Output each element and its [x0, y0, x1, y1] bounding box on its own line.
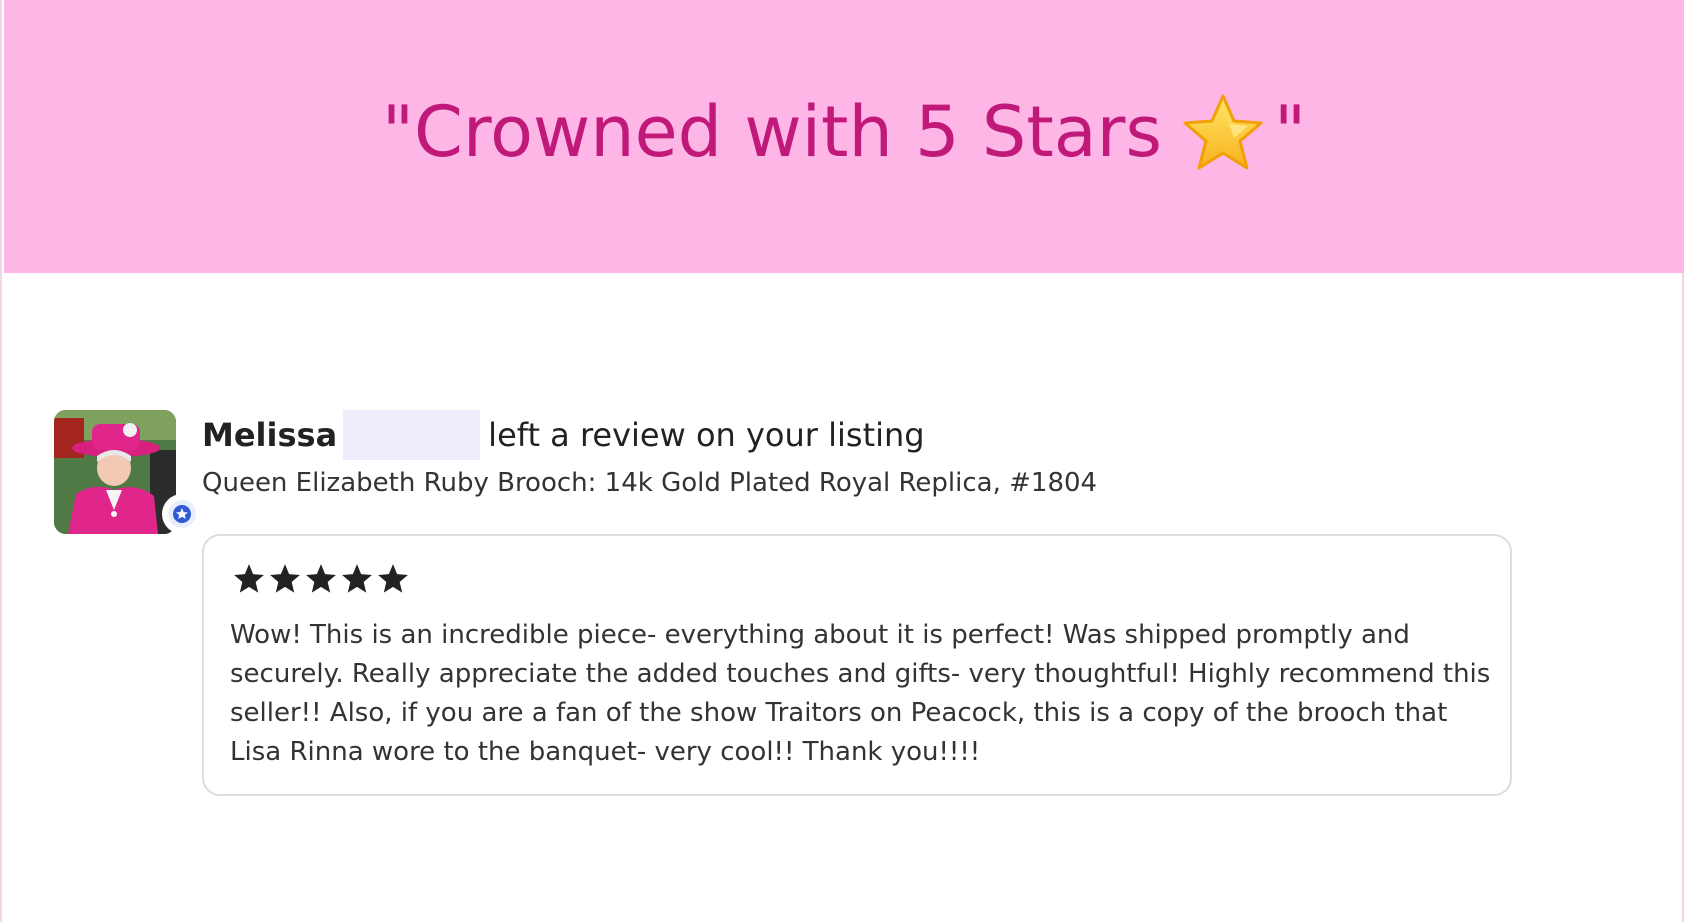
banner-title-text: "Crowned with 5 Stars — [381, 90, 1162, 173]
redacted-surname — [343, 410, 481, 460]
rating-star-icon — [378, 564, 408, 593]
header-banner: "Crowned with 5 Stars " — [4, 0, 1684, 273]
banner-title-close-quote: " — [1273, 90, 1307, 173]
star-badge-icon — [162, 494, 202, 534]
rating-star-icon — [234, 564, 264, 593]
listing-title[interactable]: Queen Elizabeth Ruby Brooch: 14k Gold Pl… — [202, 468, 1097, 498]
reviewer-name[interactable]: Melissa — [202, 416, 337, 454]
rating-star-icon — [270, 564, 300, 593]
review-page: "Crowned with 5 Stars " Melissa left a r… — [0, 0, 1684, 922]
reviewer-avatar[interactable] — [54, 410, 176, 534]
banner-title: "Crowned with 5 Stars " — [382, 91, 1306, 173]
rating-star-icon — [306, 564, 336, 593]
star-rating — [232, 562, 410, 596]
review-text: Wow! This is an incredible piece- everyt… — [230, 620, 1491, 767]
glowing-star-icon — [1180, 92, 1266, 172]
review-headline: Melissa left a review on your listing — [202, 410, 925, 460]
review-action-text: left a review on your listing — [488, 416, 925, 454]
rating-star-icon — [342, 564, 372, 593]
review-card: Wow! This is an incredible piece- everyt… — [202, 534, 1512, 796]
